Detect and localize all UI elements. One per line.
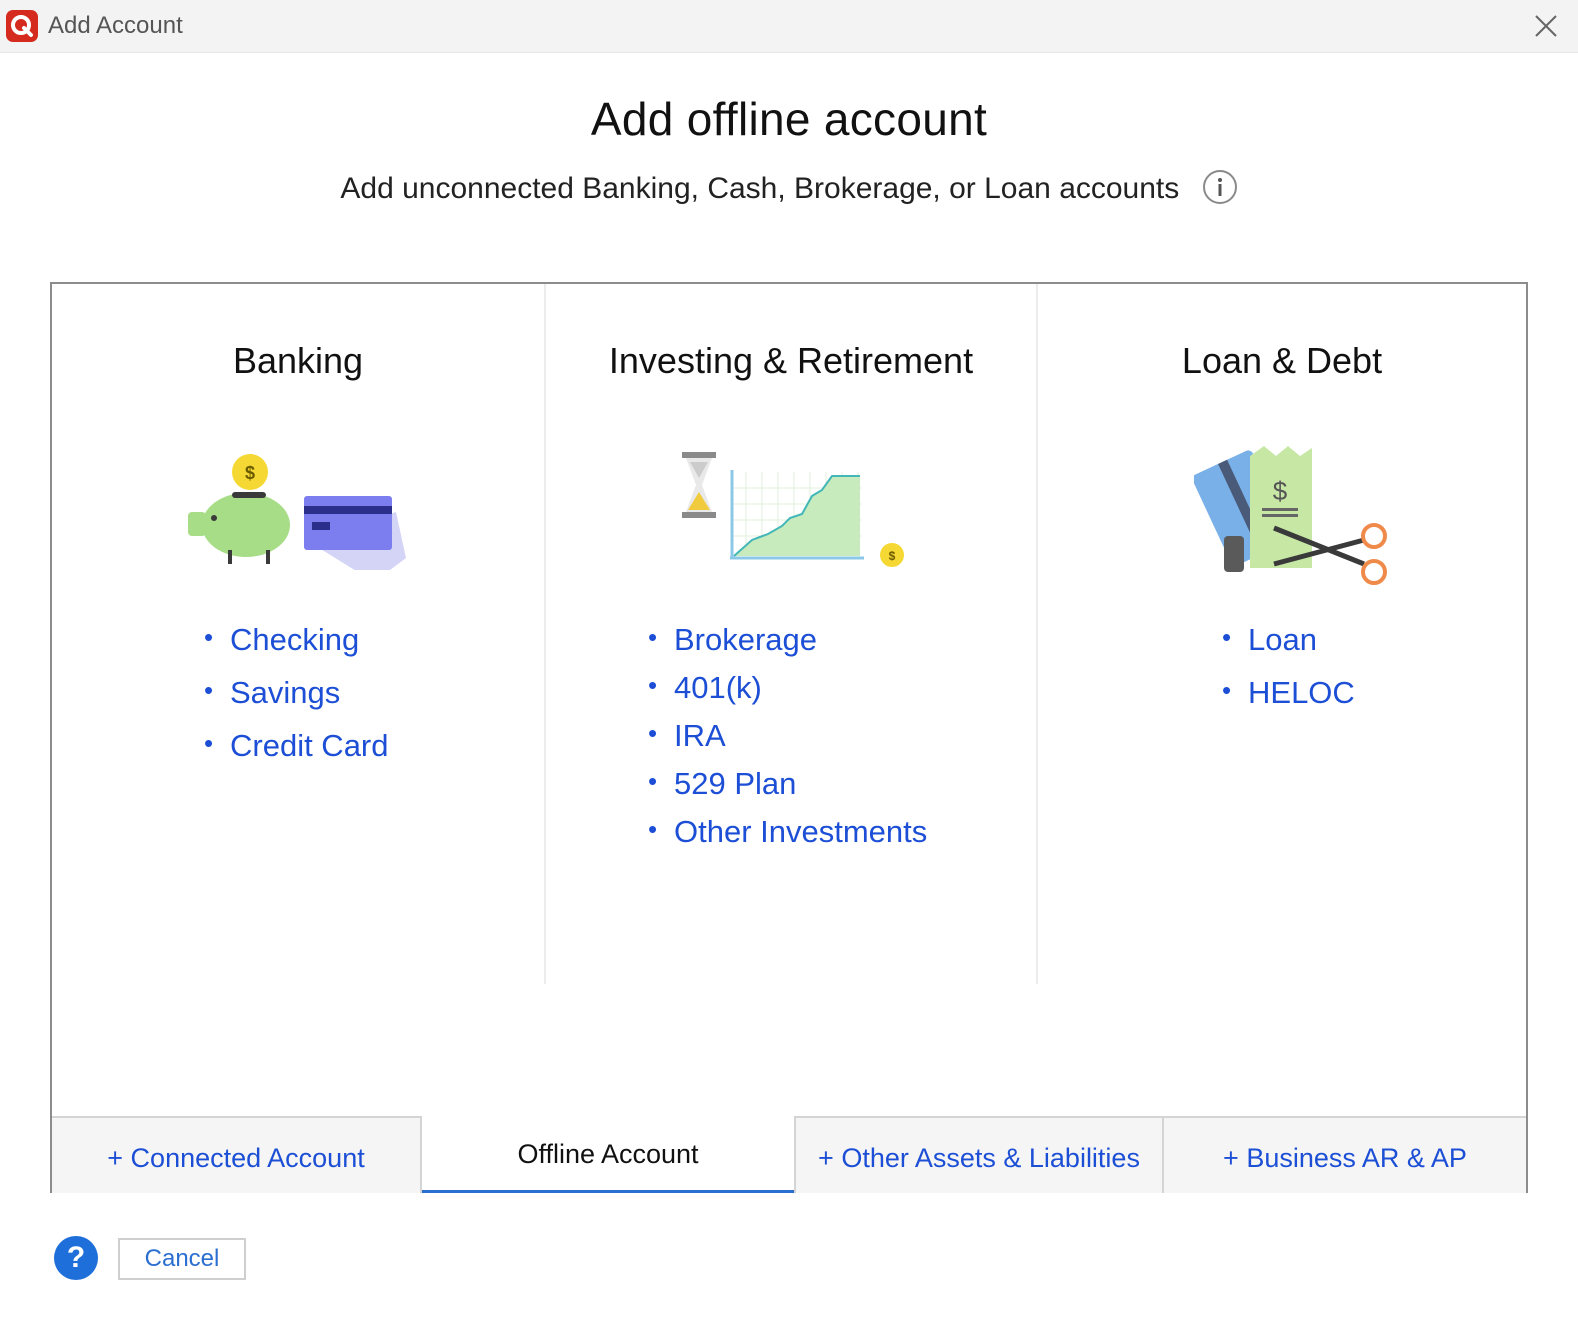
- subtitle: Add unconnected Banking, Cash, Brokerage…: [340, 172, 1180, 205]
- tab-offline-account[interactable]: Offline Account: [422, 1116, 794, 1193]
- bill-card-scissors-illustration: $: [1194, 446, 1387, 585]
- page-title: Add offline account: [590, 93, 988, 145]
- close-button[interactable]: [1528, 8, 1564, 44]
- window-title: Add Account: [48, 12, 183, 39]
- quicken-logo-icon: [6, 10, 38, 42]
- list-item-401k[interactable]: • 401(k): [646, 670, 927, 718]
- banking-column: Banking $ • Checking • Savings • Credit Car…: [52, 284, 544, 984]
- account-type-tabs: + Connected Account Offline Account + Ot…: [52, 1116, 1526, 1193]
- svg-text:$: $: [889, 549, 896, 563]
- title-bar: Add Account: [0, 0, 1578, 53]
- investing-list: • Brokerage • 401(k) • IRA • 529 Plan • Other…: [646, 622, 927, 862]
- tab-connected-account[interactable]: + Connected Account: [52, 1116, 422, 1193]
- svg-text:$: $: [245, 463, 255, 483]
- banking-list: • Checking • Savings • Credit Card: [202, 622, 389, 781]
- list-item-checking[interactable]: • Checking: [202, 622, 389, 675]
- list-item-credit-card[interactable]: • Credit Card: [202, 728, 389, 781]
- list-item-529-plan[interactable]: • 529 Plan: [646, 766, 927, 814]
- piggy-bank-credit-card-illustration: $: [188, 454, 406, 570]
- tab-other-assets-liabilities[interactable]: + Other Assets & Liabilities: [794, 1116, 1164, 1193]
- loan-debt-list: • Loan • HELOC: [1220, 622, 1355, 728]
- banking-title: Banking: [232, 340, 364, 381]
- list-item-savings[interactable]: • Savings: [202, 675, 389, 728]
- list-item-ira[interactable]: • IRA: [646, 718, 927, 766]
- tab-business-ar-ap[interactable]: + Business AR & AP: [1164, 1116, 1526, 1193]
- info-icon[interactable]: [1202, 169, 1238, 205]
- svg-text:$: $: [1273, 476, 1288, 506]
- investing-title: Investing & Retirement: [608, 340, 974, 381]
- account-type-panel: Banking $ • Checking • Savings • Credit Car…: [50, 282, 1528, 1193]
- investing-column: Investing & Retirement $ • Brokerage • 4…: [544, 284, 1038, 984]
- list-item-loan[interactable]: • Loan: [1220, 622, 1355, 675]
- cancel-button[interactable]: Cancel: [118, 1238, 246, 1280]
- loan-debt-column: Loan & Debt $ • Loan • HELOC: [1038, 284, 1526, 984]
- list-item-other-investments[interactable]: • Other Investments: [646, 814, 927, 862]
- hourglass-growth-chart-illustration: $: [682, 452, 904, 567]
- help-button[interactable]: ?: [54, 1236, 98, 1280]
- list-item-brokerage[interactable]: • Brokerage: [646, 622, 927, 670]
- list-item-heloc[interactable]: • HELOC: [1220, 675, 1355, 728]
- subtitle-row: Add unconnected Banking, Cash, Brokerage…: [0, 169, 1578, 208]
- close-icon: [1535, 15, 1557, 37]
- loan-debt-title: Loan & Debt: [1181, 340, 1383, 381]
